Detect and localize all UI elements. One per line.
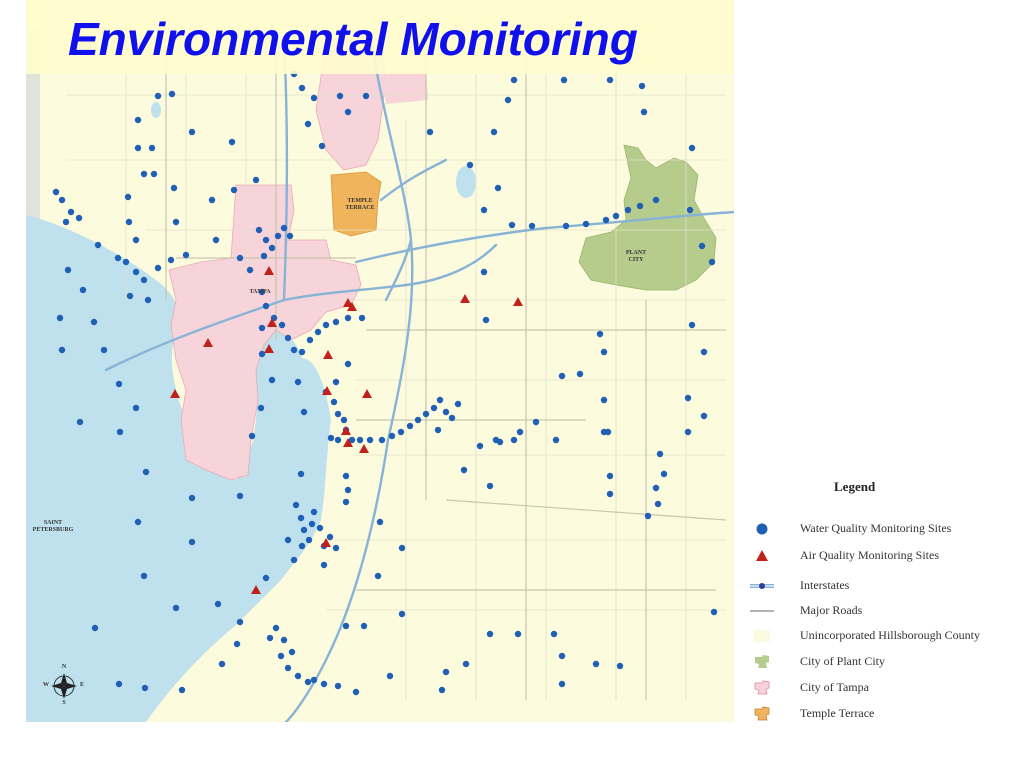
legend-label: Major Roads xyxy=(800,603,863,617)
map-label-tampa: TAMPA xyxy=(249,289,271,295)
map-label-plant-city: PLANT CITY xyxy=(625,250,647,263)
legend-label: City of Tampa xyxy=(800,680,869,694)
legend-label: City of Plant City xyxy=(800,654,886,668)
air-site-icon xyxy=(756,550,768,561)
map-legend: Legend Water Quality Monitoring Sites Ai… xyxy=(742,470,1024,750)
map-label-saint-petersburg: SAINT PETERSBURG xyxy=(32,520,74,533)
plant-city-area-icon xyxy=(755,655,769,668)
major-road-icon xyxy=(750,610,774,612)
compass-e: E xyxy=(79,682,84,688)
map-label-temple-terrace: TEMPLE TERRACE xyxy=(345,198,375,211)
temple-terrace-area-icon xyxy=(754,706,770,721)
tampa-area-icon xyxy=(754,680,770,695)
legend-label: Water Quality Monitoring Sites xyxy=(800,521,952,535)
legend-label: Interstates xyxy=(800,578,850,592)
lake xyxy=(456,166,476,198)
legend-item-air-quality: Air Quality Monitoring Sites xyxy=(742,545,1024,567)
county-map: TEMPLE TERRACE TAMPA PLANT CITY SAINT PE… xyxy=(26,0,734,722)
legend-item-tampa: City of Tampa xyxy=(742,677,1024,699)
legend-item-water-quality: Water Quality Monitoring Sites xyxy=(742,518,1024,540)
water-site-icon xyxy=(756,523,768,535)
city-of-tampa-north-strip xyxy=(381,70,428,104)
legend-item-plant-city: City of Plant City xyxy=(742,651,1024,673)
legend-label: Unincorporated Hillsborough County xyxy=(800,628,980,642)
legend-title: Legend xyxy=(834,479,876,494)
map-canvas xyxy=(26,0,734,722)
slide-title: Environmental Monitoring xyxy=(68,13,638,65)
legend-item-major-roads: Major Roads xyxy=(742,600,1024,622)
legend-item-interstates: Interstates xyxy=(742,575,1024,597)
legend-item-temple-terrace: Temple Terrace xyxy=(742,703,1024,725)
lake xyxy=(151,102,161,118)
unincorporated-area-icon xyxy=(754,630,770,642)
legend-item-unincorporated: Unincorporated Hillsborough County xyxy=(742,625,1024,647)
interstate-icon xyxy=(750,583,774,589)
compass-w: W xyxy=(43,682,49,688)
legend-label: Air Quality Monitoring Sites xyxy=(800,548,939,562)
compass-s: S xyxy=(62,700,66,706)
compass-n: N xyxy=(61,664,67,670)
legend-label: Temple Terrace xyxy=(800,706,875,720)
